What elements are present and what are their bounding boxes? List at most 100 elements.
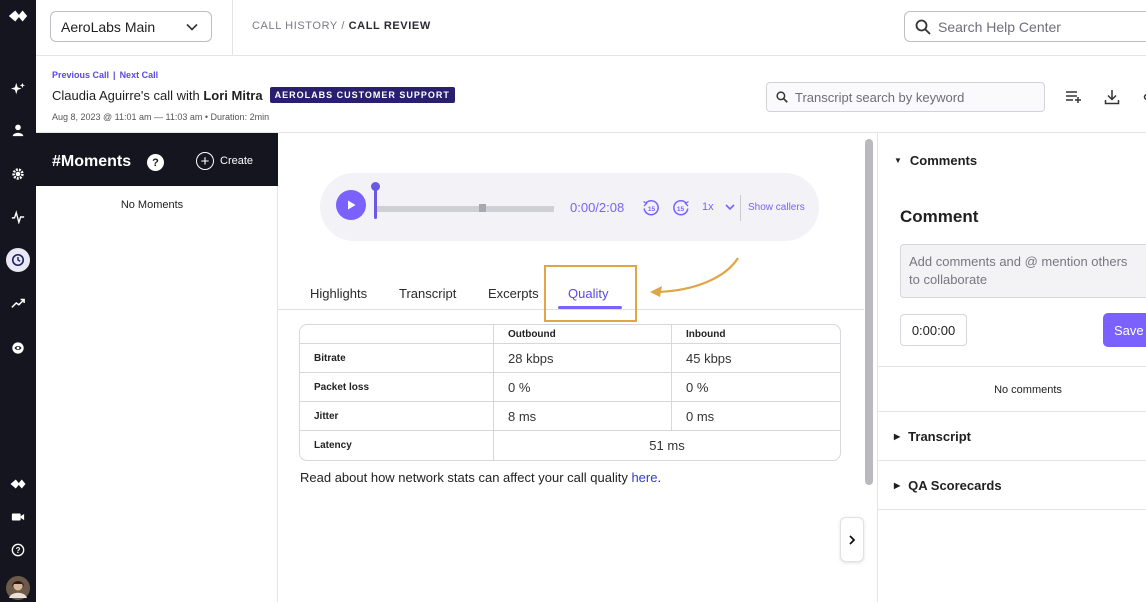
app: ? AeroLabs Main CALL HISTORY / CALL REVI… — [0, 0, 1146, 602]
moments-empty-state: No Moments — [120, 199, 184, 211]
analytics-pulse-icon[interactable] — [6, 205, 30, 229]
download-icon[interactable] — [1102, 87, 1122, 107]
call-customer-name: Lori Mitra — [203, 87, 263, 103]
help-icon[interactable]: ? — [6, 538, 30, 562]
cell-combined: 51 ms — [649, 438, 685, 453]
play-icon — [348, 200, 356, 210]
qa-scorecards-section-toggle[interactable]: ▶ QA Scorecards — [894, 478, 1002, 493]
annotation-highlight-box — [544, 265, 637, 322]
expand-panel-button[interactable] — [840, 517, 864, 562]
center-scrollbar[interactable] — [865, 139, 873, 485]
ai-sparkle-icon[interactable] — [6, 77, 30, 101]
row-label: Jitter — [300, 402, 494, 431]
create-moment-button[interactable]: + Create — [196, 152, 253, 170]
qa-scorecards-section-label: QA Scorecards — [908, 478, 1002, 493]
playback-scrubber-handle[interactable] — [371, 182, 380, 219]
playback-progress-track[interactable] — [376, 206, 554, 212]
moments-title: #Moments — [52, 153, 132, 170]
save-comment-button[interactable]: Save — [1103, 313, 1146, 347]
dialpad-brand-icon[interactable] — [6, 472, 30, 496]
account-select[interactable]: AeroLabs Main — [50, 11, 212, 42]
breadcrumb: CALL HISTORY / CALL REVIEW — [252, 20, 431, 32]
network-stats-note: Read about how network stats can affect … — [300, 470, 661, 485]
table-header-outbound: Outbound — [494, 325, 672, 344]
help-search-input[interactable]: Search Help Center — [904, 11, 1146, 42]
search-icon — [915, 19, 931, 35]
cell-inbound: 0 ms — [672, 402, 840, 431]
table-header-cell — [300, 325, 494, 344]
comments-empty-state: No comments — [994, 384, 1062, 396]
network-stats-link[interactable]: here — [631, 470, 657, 485]
breadcrumb-separator: / — [337, 20, 349, 32]
cell-outbound: 0 % — [494, 373, 672, 402]
show-callers-button[interactable]: Show callers — [748, 202, 805, 213]
tab-transcript[interactable]: Transcript — [399, 286, 456, 301]
divider — [878, 509, 1146, 510]
skip-forward-label: 15 — [677, 206, 685, 213]
avatar[interactable] — [6, 576, 30, 600]
tab-highlights[interactable]: Highlights — [310, 286, 367, 301]
comments-section-toggle[interactable]: ▼ Comments — [894, 153, 977, 168]
comment-timestamp-field[interactable]: 0:00:00 — [900, 314, 967, 346]
moments-header: #Moments ? + Create — [36, 133, 278, 186]
table-header-row: Outbound Inbound — [300, 325, 840, 344]
call-agent-name: Claudia Aguirre — [52, 87, 141, 103]
search-icon — [776, 91, 788, 103]
call-navigation: Previous Call | Next Call — [52, 70, 158, 80]
call-meta: Aug 8, 2023 @ 11:01 am — 11:03 am • Dura… — [52, 112, 270, 122]
previous-call-link[interactable]: Previous Call — [52, 70, 109, 80]
call-title: Claudia Aguirre's call with Lori Mitra A… — [52, 87, 455, 103]
cell-outbound: 28 kbps — [494, 344, 672, 373]
cell-inbound: 45 kbps — [672, 344, 840, 373]
next-call-link[interactable]: Next Call — [120, 70, 159, 80]
table-row: Bitrate 28 kbps 45 kbps — [300, 344, 840, 373]
playback-speed[interactable]: 1x — [702, 201, 714, 213]
chevron-down-icon — [186, 23, 198, 31]
playback-time: 0:00/2:08 — [570, 200, 625, 215]
coaching-icon[interactable] — [6, 336, 30, 360]
comments-section-label: Comments — [909, 153, 978, 168]
network-quality-table: Outbound Inbound Bitrate 28 kbps 45 kbps… — [299, 324, 841, 461]
moments-panel: #Moments ? + Create No Moments — [36, 133, 278, 602]
network-stats-text: Read about how network stats can affect … — [300, 470, 632, 485]
divider — [878, 411, 1146, 412]
comment-textarea[interactable]: Add comments and @ mention others to col… — [900, 244, 1146, 298]
add-to-playlist-icon[interactable] — [1064, 87, 1084, 107]
transcript-section-label: Transcript — [908, 429, 972, 444]
caret-right-icon: ▶ — [894, 481, 901, 490]
top-bar: AeroLabs Main CALL HISTORY / CALL REVIEW… — [36, 0, 1146, 56]
create-moment-label: Create — [220, 155, 254, 167]
left-rail: ? — [0, 0, 36, 602]
video-icon[interactable] — [6, 505, 30, 529]
trend-icon[interactable] — [6, 291, 30, 315]
breadcrumb-parent[interactable]: CALL HISTORY — [252, 20, 338, 32]
user-icon[interactable] — [6, 118, 30, 142]
audio-player: 0:00/2:08 15 15 1x Show callers — [320, 173, 819, 241]
call-history-icon[interactable] — [6, 248, 30, 272]
transcript-section-toggle[interactable]: ▶ Transcript — [894, 429, 971, 444]
right-panel: ▼ Comments Comment Add comments and @ me… — [877, 133, 1146, 602]
playback-marker — [479, 204, 486, 212]
call-center-tag-badge: AEROLABS CUSTOMER SUPPORT — [269, 87, 455, 103]
plus-circle-icon: + — [196, 152, 214, 170]
skip-back-label: 15 — [648, 206, 656, 213]
skip-forward-15-icon[interactable]: 15 — [672, 199, 690, 217]
svg-text:?: ? — [16, 546, 21, 555]
divider — [878, 366, 1146, 367]
chevron-down-icon[interactable] — [724, 201, 736, 213]
table-row: Latency 51 ms — [300, 431, 840, 460]
table-header-inbound: Inbound — [672, 325, 840, 344]
skip-back-15-icon[interactable]: 15 — [642, 199, 660, 217]
transcript-search-input[interactable]: Transcript search by keyword — [766, 82, 1045, 112]
call-nav-separator: | — [113, 70, 116, 80]
call-title-connector: 's call with — [140, 87, 204, 103]
play-button[interactable] — [336, 190, 366, 220]
dialpad-logo-icon[interactable] — [6, 4, 30, 28]
help-search-placeholder: Search Help Center — [938, 18, 1061, 35]
table-row: Packet loss 0 % 0 % — [300, 373, 840, 402]
tab-excerpts[interactable]: Excerpts — [488, 286, 539, 301]
share-icon[interactable] — [1136, 87, 1146, 107]
gear-icon[interactable] — [6, 162, 30, 186]
breadcrumb-current: CALL REVIEW — [348, 20, 431, 32]
moments-help-icon[interactable]: ? — [147, 154, 164, 171]
